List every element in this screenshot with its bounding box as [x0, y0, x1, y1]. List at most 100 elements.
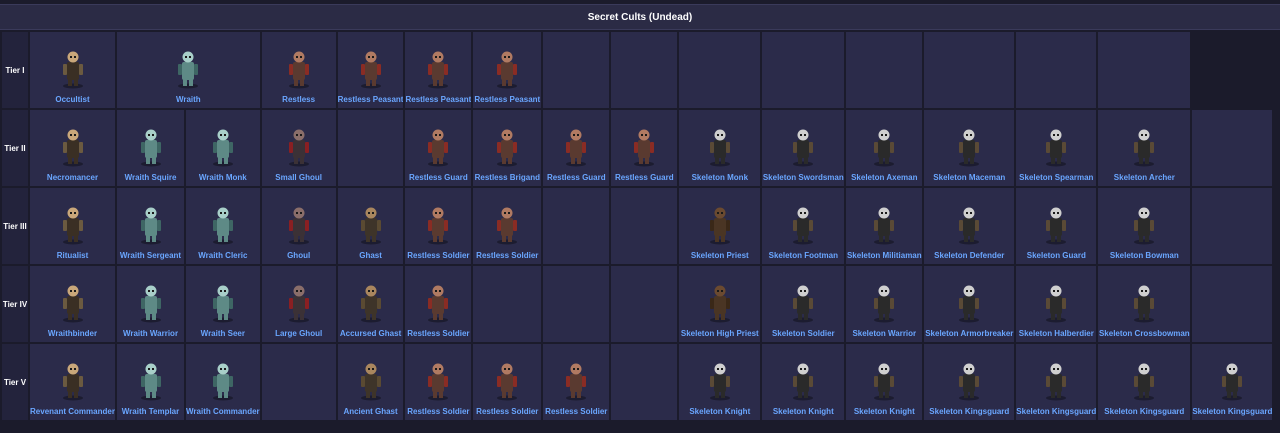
unit-name-link[interactable]: Skeleton Knight: [773, 407, 834, 417]
unit-cell[interactable]: Skeleton Spearman: [1016, 110, 1097, 186]
unit-name-link[interactable]: Skeleton Defender: [934, 251, 1004, 261]
unit-cell[interactable]: Occultist: [30, 32, 115, 108]
unit-cell[interactable]: Restless Soldier: [405, 344, 472, 420]
unit-name-link[interactable]: Skeleton Halberdier: [1019, 329, 1094, 339]
unit-cell[interactable]: Wraith: [117, 32, 260, 108]
unit-cell[interactable]: Ritualist: [30, 188, 115, 264]
unit-name-link[interactable]: Restless Guard: [547, 173, 606, 183]
unit-cell[interactable]: Skeleton Knight: [846, 344, 923, 420]
unit-name-link[interactable]: Skeleton Monk: [692, 173, 748, 183]
unit-name-link[interactable]: Skeleton Knight: [854, 407, 915, 417]
unit-cell[interactable]: Restless Peasant: [337, 32, 404, 108]
unit-name-link[interactable]: Skeleton Maceman: [933, 173, 1005, 183]
unit-name-link[interactable]: Restless Soldier: [476, 251, 538, 261]
unit-cell[interactable]: Skeleton Knight: [679, 344, 761, 420]
unit-cell[interactable]: Skeleton Priest: [679, 188, 761, 264]
unit-cell[interactable]: Wraith Commander: [186, 344, 260, 420]
unit-name-link[interactable]: Ancient Ghast: [343, 407, 397, 417]
unit-name-link[interactable]: Restless Peasant: [405, 95, 471, 105]
unit-name-link[interactable]: Skeleton Kingsguard: [1104, 407, 1184, 417]
unit-name-link[interactable]: Skeleton Bowman: [1110, 251, 1179, 261]
unit-name-link[interactable]: Restless: [282, 95, 315, 105]
unit-cell[interactable]: Skeleton Kingsguard: [1016, 344, 1097, 420]
unit-cell[interactable]: Restless Peasant: [405, 32, 472, 108]
unit-cell[interactable]: Restless Soldier: [473, 344, 542, 420]
unit-name-link[interactable]: Skeleton Armorbreaker: [925, 329, 1013, 339]
unit-name-link[interactable]: Wraith Cleric: [198, 251, 247, 261]
unit-cell[interactable]: Accursed Ghast: [337, 266, 404, 342]
unit-cell[interactable]: Revenant Commander: [30, 344, 115, 420]
unit-cell[interactable]: Skeleton Kingsguard: [1098, 344, 1191, 420]
unit-name-link[interactable]: Skeleton Crossbowman: [1099, 329, 1190, 339]
unit-cell[interactable]: Ancient Ghast: [337, 344, 404, 420]
unit-name-link[interactable]: Accursed Ghast: [340, 329, 401, 339]
unit-name-link[interactable]: Skeleton Priest: [691, 251, 749, 261]
unit-cell[interactable]: Skeleton Maceman: [924, 110, 1015, 186]
unit-cell[interactable]: Skeleton Defender: [924, 188, 1015, 264]
unit-cell[interactable]: Skeleton Guard: [1016, 188, 1097, 264]
unit-cell[interactable]: Wraith Seer: [186, 266, 260, 342]
unit-name-link[interactable]: Skeleton Kingsguard: [929, 407, 1009, 417]
unit-cell[interactable]: Restless Guard: [611, 110, 678, 186]
unit-name-link[interactable]: Skeleton Axeman: [851, 173, 917, 183]
unit-name-link[interactable]: Wraith Commander: [186, 407, 260, 417]
unit-cell[interactable]: Skeleton Bowman: [1098, 188, 1191, 264]
unit-name-link[interactable]: Wraithbinder: [48, 329, 97, 339]
unit-name-link[interactable]: Restless Guard: [615, 173, 674, 183]
unit-name-link[interactable]: Wraith: [176, 95, 201, 105]
unit-name-link[interactable]: Skeleton Footman: [769, 251, 838, 261]
unit-cell[interactable]: Restless Guard: [405, 110, 472, 186]
unit-cell[interactable]: Wraith Monk: [186, 110, 260, 186]
unit-cell[interactable]: Restless Soldier: [543, 344, 610, 420]
unit-cell[interactable]: Large Ghoul: [261, 266, 336, 342]
unit-cell[interactable]: Skeleton Knight: [762, 344, 845, 420]
unit-name-link[interactable]: Restless Soldier: [407, 407, 469, 417]
unit-cell[interactable]: Skeleton Warrior: [846, 266, 923, 342]
unit-name-link[interactable]: Restless Peasant: [474, 95, 540, 105]
unit-cell[interactable]: Wraith Templar: [117, 344, 184, 420]
unit-cell[interactable]: Ghast: [337, 188, 404, 264]
unit-cell[interactable]: Wraith Sergeant: [117, 188, 184, 264]
unit-name-link[interactable]: Wraith Seer: [201, 329, 245, 339]
unit-cell[interactable]: Skeleton Soldier: [762, 266, 845, 342]
unit-cell[interactable]: Restless Soldier: [473, 188, 542, 264]
unit-cell[interactable]: Skeleton Monk: [679, 110, 761, 186]
unit-name-link[interactable]: Restless Brigand: [475, 173, 540, 183]
unit-cell[interactable]: Skeleton Archer: [1098, 110, 1191, 186]
unit-cell[interactable]: Wraith Cleric: [186, 188, 260, 264]
unit-cell[interactable]: Skeleton Militiaman: [846, 188, 923, 264]
unit-cell[interactable]: Restless Soldier: [405, 266, 472, 342]
unit-cell[interactable]: Skeleton Kingsguard: [1192, 344, 1273, 420]
unit-cell[interactable]: Small Ghoul: [261, 110, 336, 186]
unit-name-link[interactable]: Wraith Squire: [125, 173, 177, 183]
unit-name-link[interactable]: Large Ghoul: [275, 329, 322, 339]
unit-name-link[interactable]: Occultist: [55, 95, 89, 105]
unit-name-link[interactable]: Skeleton High Priest: [681, 329, 759, 339]
unit-cell[interactable]: Skeleton High Priest: [679, 266, 761, 342]
unit-cell[interactable]: Restless Soldier: [405, 188, 472, 264]
unit-cell[interactable]: Skeleton Kingsguard: [924, 344, 1015, 420]
unit-name-link[interactable]: Restless Soldier: [407, 251, 469, 261]
unit-cell[interactable]: Skeleton Axeman: [846, 110, 923, 186]
unit-name-link[interactable]: Restless Soldier: [476, 407, 538, 417]
unit-name-link[interactable]: Wraith Warrior: [123, 329, 178, 339]
unit-name-link[interactable]: Necromancer: [47, 173, 98, 183]
unit-cell[interactable]: Restless Brigand: [473, 110, 542, 186]
unit-cell[interactable]: Skeleton Footman: [762, 188, 845, 264]
unit-name-link[interactable]: Skeleton Swordsman: [763, 173, 844, 183]
unit-name-link[interactable]: Restless Soldier: [545, 407, 607, 417]
unit-name-link[interactable]: Wraith Sergeant: [120, 251, 181, 261]
unit-name-link[interactable]: Ghoul: [287, 251, 310, 261]
unit-cell[interactable]: Wraithbinder: [30, 266, 115, 342]
unit-name-link[interactable]: Ritualist: [57, 251, 89, 261]
unit-name-link[interactable]: Restless Peasant: [338, 95, 404, 105]
unit-name-link[interactable]: Small Ghoul: [275, 173, 322, 183]
unit-name-link[interactable]: Skeleton Kingsguard: [1016, 407, 1096, 417]
unit-cell[interactable]: Restless Peasant: [473, 32, 542, 108]
unit-name-link[interactable]: Skeleton Guard: [1027, 251, 1086, 261]
unit-cell[interactable]: Skeleton Swordsman: [762, 110, 845, 186]
unit-name-link[interactable]: Skeleton Militiaman: [847, 251, 922, 261]
unit-name-link[interactable]: Skeleton Knight: [689, 407, 750, 417]
unit-name-link[interactable]: Revenant Commander: [30, 407, 115, 417]
unit-name-link[interactable]: Restless Guard: [409, 173, 468, 183]
